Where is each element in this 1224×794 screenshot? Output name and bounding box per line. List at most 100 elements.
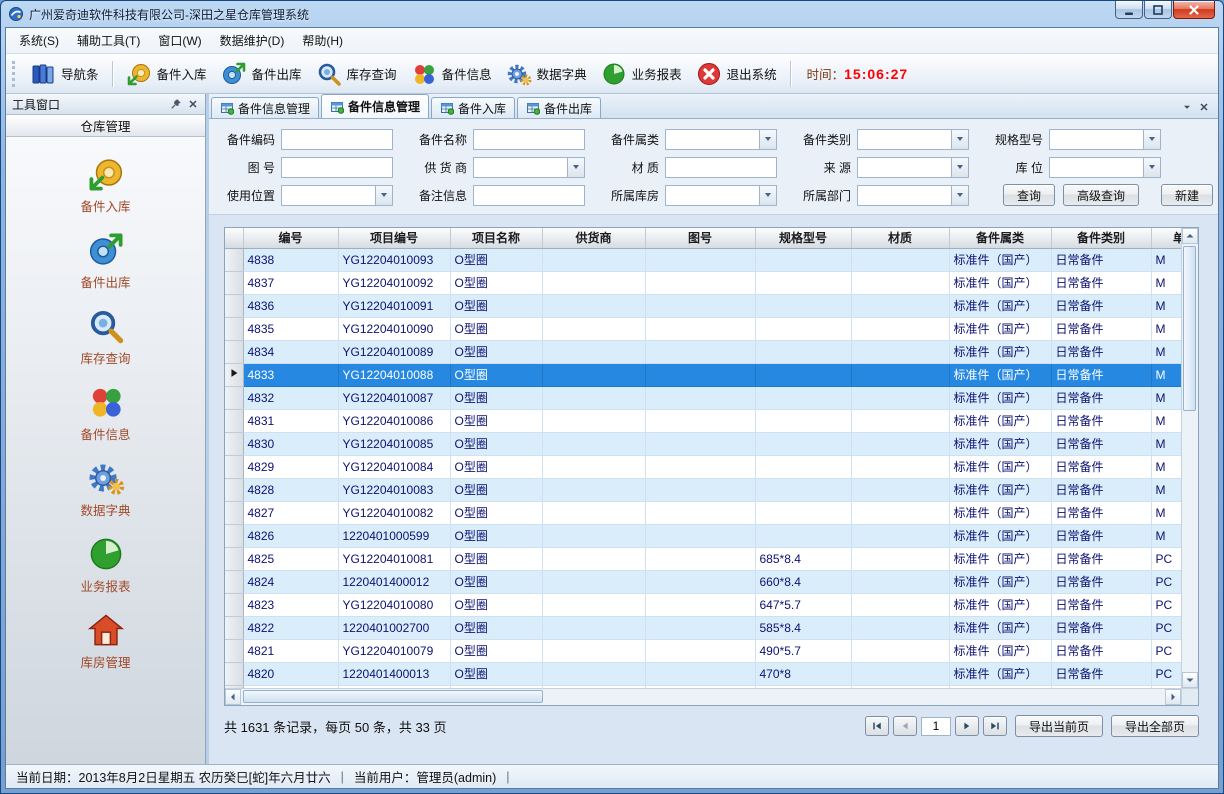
table-cell[interactable]: YG12204010088 — [338, 363, 450, 386]
tab-2[interactable]: 备件入库 — [431, 97, 515, 118]
column-header-3[interactable]: 供货商 — [542, 228, 645, 248]
table-cell[interactable] — [542, 524, 645, 547]
table-cell[interactable]: 4821 — [243, 639, 338, 662]
scroll-up-button[interactable] — [1182, 228, 1198, 244]
table-cell[interactable]: O型圈 — [450, 478, 542, 501]
table-cell[interactable]: 4831 — [243, 409, 338, 432]
table-cell[interactable] — [542, 455, 645, 478]
table-cell[interactable] — [851, 271, 949, 294]
table-row[interactable]: 4834YG12204010089O型圈标准件（国产）日常备件M — [225, 340, 1181, 363]
input-field[interactable] — [665, 157, 777, 178]
table-row[interactable]: 4823YG12204010080O型圈647*5.7标准件（国产）日常备件PC — [225, 593, 1181, 616]
table-cell[interactable]: 470*8 — [755, 662, 851, 685]
tab-3[interactable]: 备件出库 — [517, 97, 601, 118]
table-cell[interactable]: M — [1151, 524, 1181, 547]
prev-page-button[interactable] — [893, 716, 917, 736]
table-cell[interactable]: 日常备件 — [1051, 432, 1151, 455]
table-cell[interactable]: YG12204010085 — [338, 432, 450, 455]
table-cell[interactable]: M — [1151, 248, 1181, 271]
table-cell[interactable]: YG12204010084 — [338, 455, 450, 478]
select-field[interactable] — [1049, 129, 1161, 150]
input-field[interactable] — [281, 129, 393, 150]
row-indicator[interactable] — [225, 547, 243, 570]
table-cell[interactable]: 4835 — [243, 317, 338, 340]
table-cell[interactable]: 4832 — [243, 386, 338, 409]
table-cell[interactable]: PC — [1151, 547, 1181, 570]
table-row[interactable]: 4821YG12204010079O型圈490*5.7标准件（国产）日常备件PC — [225, 639, 1181, 662]
row-indicator[interactable] — [225, 386, 243, 409]
table-cell[interactable] — [755, 271, 851, 294]
table-cell[interactable] — [851, 501, 949, 524]
table-cell[interactable]: 标准件（国产） — [949, 570, 1051, 593]
table-cell[interactable] — [542, 593, 645, 616]
table-cell[interactable] — [645, 662, 755, 685]
table-cell[interactable]: O型圈 — [450, 639, 542, 662]
select-field[interactable] — [665, 185, 777, 206]
horizontal-scrollbar[interactable] — [225, 688, 1198, 705]
table-cell[interactable]: 4820 — [243, 662, 338, 685]
table-cell[interactable]: O型圈 — [450, 248, 542, 271]
table-cell[interactable]: 标准件（国产） — [949, 294, 1051, 317]
table-cell[interactable]: M — [1151, 386, 1181, 409]
table-cell[interactable] — [645, 317, 755, 340]
new-button[interactable]: 新建 — [1161, 184, 1213, 206]
table-row[interactable]: 4829YG12204010084O型圈标准件（国产）日常备件M — [225, 455, 1181, 478]
table-cell[interactable]: 日常备件 — [1051, 317, 1151, 340]
table-cell[interactable]: 标准件（国产） — [949, 363, 1051, 386]
table-cell[interactable] — [851, 432, 949, 455]
table-cell[interactable]: 标准件（国产） — [949, 616, 1051, 639]
table-cell[interactable]: 标准件（国产） — [949, 340, 1051, 363]
table-cell[interactable] — [542, 662, 645, 685]
menu-item-1[interactable]: 辅助工具(T) — [68, 28, 149, 53]
table-cell[interactable] — [851, 478, 949, 501]
table-cell[interactable]: 日常备件 — [1051, 340, 1151, 363]
table-cell[interactable]: 日常备件 — [1051, 501, 1151, 524]
table-cell[interactable]: 日常备件 — [1051, 570, 1151, 593]
pin-icon[interactable] — [170, 98, 182, 110]
row-indicator[interactable] — [225, 570, 243, 593]
table-cell[interactable] — [542, 616, 645, 639]
maximize-button[interactable] — [1144, 1, 1172, 19]
tab-close-icon[interactable] — [1198, 101, 1210, 113]
toolbar-button-4[interactable]: 备件信息 — [404, 57, 499, 91]
table-cell[interactable]: M — [1151, 363, 1181, 386]
table-cell[interactable]: 4827 — [243, 501, 338, 524]
table-cell[interactable] — [851, 616, 949, 639]
table-cell[interactable] — [755, 294, 851, 317]
table-cell[interactable] — [542, 432, 645, 455]
table-cell[interactable]: O型圈 — [450, 501, 542, 524]
column-header-5[interactable]: 规格型号 — [755, 228, 851, 248]
input-field[interactable] — [473, 129, 585, 150]
table-row[interactable]: 4827YG12204010082O型圈标准件（国产）日常备件M — [225, 501, 1181, 524]
table-row[interactable]: 4832YG12204010087O型圈标准件（国产）日常备件M — [225, 386, 1181, 409]
column-header-2[interactable]: 项目名称 — [450, 228, 542, 248]
table-cell[interactable]: 标准件（国产） — [949, 248, 1051, 271]
table-cell[interactable]: 4828 — [243, 478, 338, 501]
table-row[interactable]: 4833YG12204010088O型圈标准件（国产）日常备件M — [225, 363, 1181, 386]
toolbar-button-7[interactable]: 退出系统 — [689, 57, 784, 91]
table-cell[interactable]: 490*5.7 — [755, 639, 851, 662]
sidebar-item-2[interactable]: 库存查询 — [6, 299, 205, 375]
input-field[interactable] — [473, 185, 585, 206]
tab-0[interactable]: 备件信息管理 — [211, 97, 319, 118]
table-cell[interactable]: 日常备件 — [1051, 478, 1151, 501]
sidebar-group-header[interactable]: 仓库管理 — [6, 115, 205, 137]
column-header-0[interactable]: 编号 — [243, 228, 338, 248]
dropdown-arrow-icon[interactable] — [1143, 158, 1160, 177]
table-cell[interactable]: 标准件（国产） — [949, 639, 1051, 662]
table-cell[interactable]: 日常备件 — [1051, 386, 1151, 409]
table-cell[interactable]: YG12204010087 — [338, 386, 450, 409]
dropdown-arrow-icon[interactable] — [951, 186, 968, 205]
table-cell[interactable]: O型圈 — [450, 409, 542, 432]
table-cell[interactable]: 4830 — [243, 432, 338, 455]
scroll-down-button[interactable] — [1182, 672, 1198, 688]
toolbar-button-5[interactable]: 数据字典 — [499, 57, 594, 91]
sidebar-item-1[interactable]: 备件出库 — [6, 223, 205, 299]
row-indicator[interactable] — [225, 639, 243, 662]
table-cell[interactable]: YG12204010092 — [338, 271, 450, 294]
column-header-7[interactable]: 备件属类 — [949, 228, 1051, 248]
table-cell[interactable]: YG12204010093 — [338, 248, 450, 271]
table-cell[interactable] — [645, 501, 755, 524]
menu-item-3[interactable]: 数据维护(D) — [211, 28, 294, 53]
table-cell[interactable]: M — [1151, 501, 1181, 524]
